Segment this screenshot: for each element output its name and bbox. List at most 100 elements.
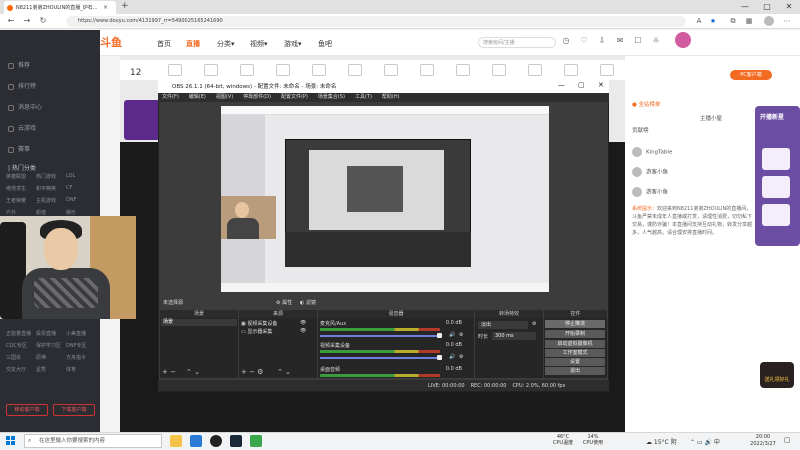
url-input[interactable]: https://www.douyu.com/4131997_rr=5490025… [66, 16, 686, 27]
speaker-icon[interactable]: 🔊 [449, 354, 455, 360]
category-link-1[interactable]: 热门游戏 [36, 173, 66, 180]
category-link-0[interactable]: 英雄联盟 [6, 173, 36, 180]
download-client-button[interactable]: 下载客户端 [53, 404, 95, 416]
add-source-icon[interactable]: + − ⚙ [241, 368, 263, 376]
category-link-b-11[interactable]: 体育 [66, 366, 96, 373]
category-link-8[interactable]: DNF [66, 197, 96, 204]
obs-maximize-button[interactable]: ▢ [578, 81, 585, 89]
windows-start-icon[interactable] [6, 436, 16, 446]
strip-icon[interactable] [276, 64, 290, 76]
rank-tab[interactable]: ● 全站榜单 [632, 100, 661, 108]
category-link-3[interactable]: 绝地求生 [6, 185, 36, 192]
user-avatar[interactable] [675, 32, 691, 48]
taskbar-search-input[interactable]: 在这里输入你要搜索的内容 [24, 434, 162, 448]
tray-icons[interactable]: ⌃ ▭ 🔊 中 [690, 437, 720, 446]
back-icon[interactable]: ← [6, 16, 16, 26]
sidebar-item-rank[interactable]: 排行榜 [8, 81, 36, 90]
close-button[interactable]: ✕ [778, 0, 800, 14]
forward-icon[interactable]: → [22, 16, 32, 26]
obs-menu-scene-collection[interactable]: 场景集合(S) [318, 93, 345, 102]
add-scene-icon[interactable]: + − [162, 368, 176, 376]
nav-video[interactable]: 视频▾ [250, 39, 268, 49]
category-link-b-1[interactable]: 投票直播 [36, 330, 66, 337]
pc-client-button[interactable]: PC客户端 [730, 70, 772, 80]
obs-menu-profile[interactable]: 配置文件(P) [281, 93, 308, 102]
promo-item[interactable] [762, 148, 790, 170]
obs-menu-view[interactable]: 视图(V) [216, 93, 233, 102]
gear-icon[interactable]: ⚙ [459, 332, 463, 338]
volume-slider[interactable] [320, 357, 438, 359]
category-link-b-5[interactable]: DNF专区 [66, 342, 96, 349]
nav-live[interactable]: 直播 [186, 39, 200, 49]
settings-button[interactable]: 设置 [545, 358, 605, 366]
viewer-row[interactable]: KingTable [632, 147, 672, 157]
extensions-icon[interactable]: ⧉ [728, 16, 738, 26]
category-link-6[interactable]: 王者荣耀 [6, 197, 36, 204]
category-link-b-7[interactable]: 原神 [36, 354, 66, 361]
anchor-room-tab[interactable]: 主播小屋 [700, 114, 722, 122]
category-link-2[interactable]: LOL [66, 173, 96, 180]
message-icon[interactable]: ✉ [614, 36, 626, 48]
promo-item[interactable] [762, 204, 790, 226]
weather[interactable]: ☁ 15°C 阴 [646, 437, 677, 446]
read-aloud-icon[interactable]: A [694, 16, 704, 26]
strip-icon[interactable] [348, 64, 362, 76]
site-search-input[interactable]: 搜索房间/主播 [478, 37, 556, 48]
nav-category[interactable]: 分类▾ [217, 39, 235, 49]
category-link-b-10[interactable]: 星秀 [36, 366, 66, 373]
app-icon[interactable] [250, 435, 262, 447]
mobile-client-button[interactable]: 移动客户端 [6, 404, 48, 416]
gear-icon[interactable]: ⚙ [532, 321, 536, 327]
volume-slider[interactable] [320, 335, 438, 337]
strip-icon[interactable] [564, 64, 578, 76]
category-link-b-2[interactable]: 小美直播 [66, 330, 96, 337]
sidebar-item-cloud-game[interactable]: 云游戏 [8, 123, 36, 132]
notification-icon[interactable]: ▢ [784, 436, 791, 444]
source-item-display-capture[interactable]: ▭ 显示器采集 [241, 328, 272, 335]
strip-icon[interactable] [420, 64, 434, 76]
category-link-b-0[interactable]: 正能量直播 [6, 330, 36, 337]
obs-app-icon[interactable] [210, 435, 222, 447]
category-link-4[interactable]: 和平精英 [36, 185, 66, 192]
profile-icon[interactable] [764, 16, 774, 26]
tab-close-button[interactable]: × [103, 4, 108, 11]
steam-icon[interactable] [230, 435, 242, 447]
category-link-b-3[interactable]: COC专区 [6, 342, 36, 349]
stop-streaming-button[interactable]: 停止推流 [545, 320, 605, 328]
visibility-eye-icon[interactable]: 👁 [300, 328, 306, 334]
sidebar-item-events[interactable]: 赛事 [8, 144, 30, 153]
category-link-b-8[interactable]: 方舟指令 [66, 354, 96, 361]
volume-slider-knob[interactable] [437, 333, 442, 338]
strip-icon[interactable] [492, 64, 506, 76]
file-explorer-icon[interactable] [170, 435, 182, 447]
scene-item[interactable]: 场景 [161, 319, 237, 326]
exit-button[interactable]: 退出 [545, 367, 605, 375]
strip-icon[interactable] [528, 64, 542, 76]
sidebar-item-recommend[interactable]: 推荐 [8, 60, 30, 69]
nav-game[interactable]: 游戏▾ [284, 39, 302, 49]
viewer-row[interactable]: 游客小鱼 [632, 167, 668, 177]
virtual-camera-button[interactable]: 启动虚拟摄像机 [545, 340, 605, 348]
nav-yuba[interactable]: 鱼吧 [318, 39, 332, 49]
category-link-b-4[interactable]: 保护学习区 [36, 342, 66, 349]
strip-icon[interactable] [240, 64, 254, 76]
collections-icon[interactable]: ▦ [744, 16, 754, 26]
speaker-icon[interactable]: 🔊 [449, 332, 455, 338]
browser-tab[interactable]: N8211弟弟ZHOULIN的直播_炉石... × [4, 1, 116, 14]
duration-input[interactable]: 300 ms [492, 332, 536, 340]
nav-home[interactable]: 首页 [157, 39, 171, 49]
favorite-star-icon[interactable]: ★ [708, 16, 718, 26]
obs-menu-help[interactable]: 帮助(H) [382, 93, 400, 102]
strip-icon[interactable] [384, 64, 398, 76]
obs-menu-file[interactable]: 文件(F) [162, 93, 179, 102]
new-tab-button[interactable]: + [121, 1, 129, 11]
bulb-icon[interactable]: ☼ [650, 36, 662, 48]
transition-select[interactable]: 淡出 [478, 321, 528, 329]
category-link-b-9[interactable]: 交友大厅 [6, 366, 36, 373]
follow-icon[interactable]: ♡ [578, 36, 590, 48]
studio-mode-button[interactable]: 工作室模式 [545, 349, 605, 357]
source-item-video-capture[interactable]: ▣ 视频采集设备 [241, 320, 277, 327]
strip-icon[interactable] [204, 64, 218, 76]
obs-menu-tools[interactable]: 工具(T) [355, 93, 372, 102]
category-link-10[interactable]: 颜值 [36, 209, 66, 216]
